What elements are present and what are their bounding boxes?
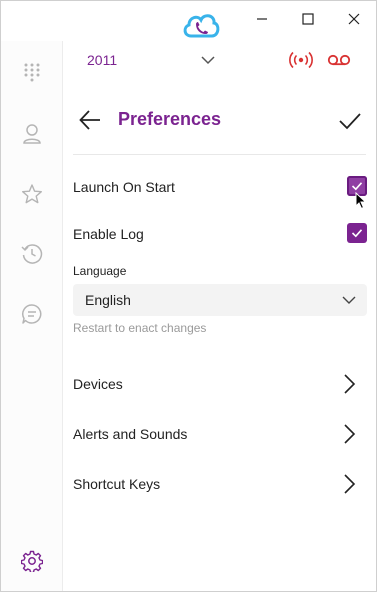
nav-item-shortcut-keys[interactable]: Shortcut Keys bbox=[63, 464, 376, 504]
nav-item-label: Alerts and Sounds bbox=[73, 426, 188, 442]
dialpad-icon bbox=[24, 63, 40, 82]
chevron-down-icon bbox=[341, 292, 357, 308]
chevron-right-icon bbox=[341, 423, 357, 445]
launch-on-start-label: Launch On Start bbox=[73, 179, 175, 195]
history-icon bbox=[21, 244, 43, 264]
close-icon bbox=[348, 13, 360, 25]
chat-icon bbox=[22, 304, 42, 324]
voicemail-button[interactable] bbox=[327, 49, 353, 71]
language-label: Language bbox=[73, 264, 127, 278]
header-divider bbox=[73, 154, 366, 155]
language-select[interactable]: English bbox=[73, 284, 367, 316]
title-bar bbox=[1, 1, 376, 41]
language-restart-hint: Restart to enact changes bbox=[73, 321, 207, 335]
nav-item-label: Shortcut Keys bbox=[73, 476, 161, 492]
enable-log-checkbox[interactable] bbox=[347, 223, 367, 243]
close-button[interactable] bbox=[331, 5, 377, 33]
maximize-button[interactable] bbox=[285, 5, 331, 33]
sidebar bbox=[1, 41, 63, 591]
preferences-header: Preferences bbox=[63, 99, 376, 143]
gear-icon bbox=[21, 550, 43, 572]
maximize-icon bbox=[302, 13, 314, 25]
live-broadcast-icon bbox=[289, 51, 313, 69]
extension-bar: 2011 bbox=[63, 41, 376, 79]
cloud-phone-logo-icon bbox=[181, 9, 221, 43]
chevron-right-icon bbox=[341, 373, 357, 395]
sidebar-item-favorites[interactable] bbox=[20, 182, 44, 206]
star-icon bbox=[22, 184, 42, 204]
chevron-right-icon bbox=[341, 473, 357, 495]
check-icon bbox=[351, 182, 363, 191]
mouse-cursor-icon bbox=[355, 191, 367, 210]
check-icon bbox=[351, 229, 363, 238]
minimize-button[interactable] bbox=[239, 5, 285, 33]
checkmark-icon bbox=[339, 113, 361, 130]
confirm-button[interactable] bbox=[336, 107, 364, 135]
sidebar-item-settings[interactable] bbox=[20, 549, 44, 573]
voicemail-icon bbox=[327, 54, 351, 66]
main-panel: 2011 Preferences Launch On Start Enable … bbox=[63, 41, 376, 591]
app-window: 2011 Preferences Launch On Start Enable … bbox=[0, 0, 377, 592]
sidebar-item-messages[interactable] bbox=[20, 302, 44, 326]
sidebar-item-dialpad[interactable] bbox=[20, 61, 44, 85]
nav-item-alerts-and-sounds[interactable]: Alerts and Sounds bbox=[63, 414, 376, 454]
nav-item-devices[interactable]: Devices bbox=[63, 364, 376, 404]
back-button[interactable] bbox=[77, 107, 103, 133]
live-status-button[interactable] bbox=[288, 49, 314, 71]
chevron-down-icon bbox=[201, 56, 215, 65]
sidebar-item-contacts[interactable] bbox=[20, 122, 44, 146]
language-selected-value: English bbox=[85, 292, 131, 308]
enable-log-label: Enable Log bbox=[73, 226, 144, 242]
arrow-left-icon bbox=[79, 110, 100, 130]
sidebar-item-history[interactable] bbox=[20, 242, 44, 266]
extension-dropdown-button[interactable] bbox=[199, 51, 217, 69]
nav-item-label: Devices bbox=[73, 376, 123, 392]
minimize-icon bbox=[257, 18, 267, 20]
extension-number[interactable]: 2011 bbox=[87, 52, 117, 68]
person-icon bbox=[23, 124, 41, 144]
page-title: Preferences bbox=[118, 109, 222, 129]
